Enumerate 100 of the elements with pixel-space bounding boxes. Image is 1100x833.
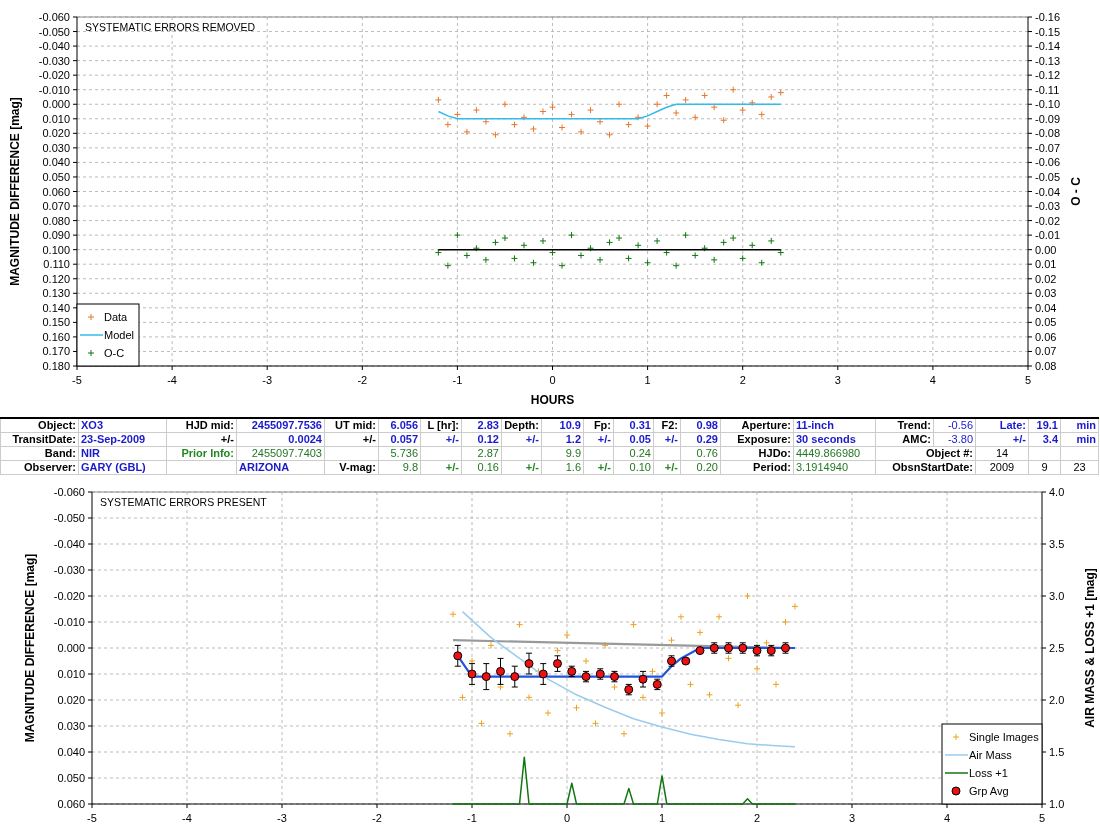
data-point [563, 631, 571, 639]
data-point [582, 657, 590, 665]
data-point [453, 644, 463, 667]
data-point [520, 241, 528, 249]
legend-label: Grp Avg [969, 785, 1009, 797]
table-label: Band: [0, 446, 79, 461]
data-point [709, 642, 719, 654]
axis-tick-label: 1 [644, 374, 651, 386]
axis-tick-label: -3 [277, 812, 287, 824]
data-point [577, 128, 585, 136]
axis-tick-label: -2 [357, 374, 368, 386]
table-cell: 2455097.7536 [236, 418, 325, 433]
axis-tick-label: 0.02 [1035, 272, 1057, 285]
axis-tick-label: 2.5 [1049, 642, 1065, 654]
point [453, 651, 463, 661]
axis-tick-label: 0.110 [43, 258, 70, 271]
table-cell: 0.98 [680, 418, 721, 433]
axis-tick-label: -0.03 [1035, 200, 1061, 213]
table-cell: 14 [975, 446, 1029, 461]
table-cell: 10.9 [541, 418, 584, 433]
data-point [767, 93, 775, 101]
axis-tick-label: 0.05 [1035, 316, 1057, 329]
axis-tick-label: 1 [658, 812, 666, 824]
axis-tick-label: -4 [182, 812, 192, 824]
axis-tick-label: 0.020 [57, 694, 85, 706]
data-point [558, 262, 566, 270]
point [496, 666, 505, 676]
table-label: +/- [420, 460, 462, 475]
axis-tick-label: 2 [753, 812, 761, 824]
table-cell: 1.2 [541, 432, 584, 447]
data-point [558, 124, 566, 131]
data-point [539, 108, 547, 115]
axis-tick-label: 0.140 [42, 301, 70, 314]
data-point [710, 256, 718, 264]
data-point [668, 636, 675, 644]
table-cell: 19.1 [1028, 418, 1061, 433]
data-point [520, 113, 528, 121]
axis-tick-label: 0.050 [42, 170, 70, 183]
data-point [444, 262, 452, 270]
table-cell: GARY (GBL) [78, 460, 167, 475]
table-label: HJDo: [720, 446, 794, 461]
axis-tick-label: 3 [834, 374, 841, 386]
axis-tick-label: 0.03 [1035, 287, 1057, 300]
data-point [434, 249, 442, 257]
legend-marker-icon [951, 786, 961, 796]
axis-tick-label: 0.050 [57, 772, 85, 784]
data-point [701, 244, 709, 252]
table-cell: 2.83 [461, 418, 502, 433]
axis-tick-label: 0.080 [42, 214, 70, 227]
secondary-y-axis-title: O - C [1069, 177, 1083, 206]
axis-tick-label: 0.000 [57, 642, 85, 654]
data-point [510, 121, 518, 129]
data-point [567, 665, 577, 678]
table-label: Aperture: [720, 418, 794, 433]
table-cell: 0.12 [461, 432, 502, 447]
data-point [434, 96, 442, 104]
legend-box [76, 303, 140, 367]
axis-tick-label: -4 [167, 374, 177, 386]
legend-marker-icon [87, 313, 95, 321]
axis-tick-label: -0.050 [38, 25, 70, 38]
table-cell: 2009 [975, 460, 1029, 475]
table-cell: 0.76 [680, 446, 721, 461]
data-point [663, 249, 671, 257]
axis-tick-label: 0.060 [57, 798, 85, 810]
data-point [682, 96, 690, 104]
table-cell: 30 seconds [793, 432, 876, 447]
axis-tick-label: -0.11 [1035, 83, 1060, 96]
data-point [767, 237, 775, 245]
axis-tick-label: 0.170 [42, 345, 70, 358]
data-point [587, 244, 595, 252]
axis-tick-label: -0.030 [38, 54, 70, 67]
data-point [573, 704, 580, 712]
data-point [706, 691, 713, 699]
table-cell: 0.24 [613, 446, 654, 461]
data-point [687, 680, 694, 688]
axis-tick-label: 0.040 [42, 156, 70, 169]
data-point [501, 234, 509, 242]
data-point [487, 641, 495, 649]
table-cell: 6.056 [378, 418, 421, 433]
data-point [772, 680, 780, 688]
x-axis-title: HOURS [530, 393, 575, 407]
axis-tick-label: 3.5 [1049, 538, 1065, 550]
table-label: +/- [583, 460, 614, 475]
axis-tick-label: -0.010 [38, 83, 70, 96]
axis-tick-label: 0.08 [1035, 360, 1057, 372]
axis-tick-label: -0.030 [53, 564, 85, 576]
table-cell: -3.80 [933, 432, 976, 447]
axis-tick-label: 0.020 [42, 127, 70, 140]
data-point [677, 613, 685, 621]
data-point [691, 113, 699, 121]
data-point [753, 665, 761, 673]
table-cell: 0.057 [378, 432, 421, 447]
axis-tick-label: -0.020 [53, 590, 85, 602]
data-point [681, 656, 691, 666]
data-point [644, 122, 652, 130]
table-cell: -0.56 [933, 418, 976, 433]
table-label: +/- [501, 432, 542, 447]
table-cell: NIR [78, 446, 167, 461]
axis-tick-label: -0.16 [1035, 11, 1061, 23]
data-point [601, 641, 609, 649]
